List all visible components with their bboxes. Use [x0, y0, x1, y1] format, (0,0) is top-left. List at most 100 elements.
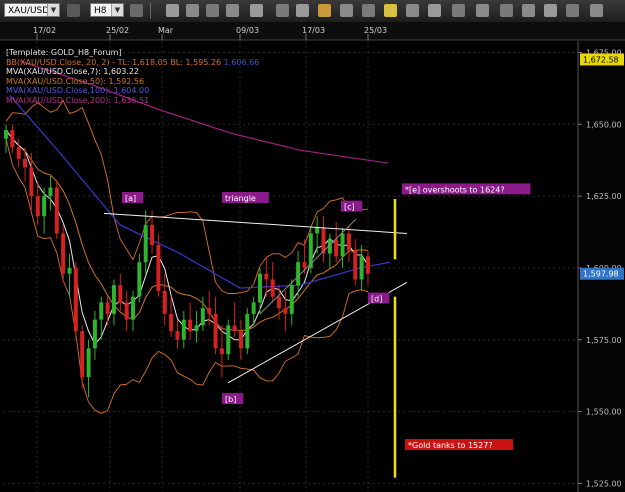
more-icon[interactable]: [590, 4, 603, 17]
bullish-candle: [137, 262, 142, 297]
bearish-candle: [169, 313, 174, 332]
bollinger-upper-band: [5, 99, 369, 294]
bullish-candle: [86, 348, 91, 378]
symbol-select[interactable]: XAU/USD ▼: [4, 3, 60, 17]
crosshair-icon[interactable]: [250, 4, 263, 17]
bullish-candle: [181, 319, 186, 340]
chart-icon[interactable]: [206, 4, 219, 17]
bearish-candle: [23, 158, 28, 168]
bearish-candle: [207, 308, 212, 314]
bullish-candle: [131, 296, 135, 320]
bearish-candle: [219, 348, 224, 355]
bearish-candle: [213, 313, 218, 349]
bullish-candle: [67, 267, 72, 274]
hand-icon[interactable]: [276, 4, 289, 17]
wave-a-label: [a]: [125, 194, 136, 203]
triangle-upper-trendline[interactable]: [103, 212, 408, 234]
bullish-candle: [99, 302, 104, 320]
bearish-candle: [29, 167, 34, 197]
settings-icon[interactable]: [186, 4, 199, 17]
triangle-label: triangle: [225, 194, 256, 203]
bearish-candle: [73, 267, 78, 332]
bearish-candle: [54, 187, 59, 234]
bearish-candle: [283, 308, 288, 314]
x-tick-label: 17/02: [33, 26, 56, 35]
y-tick-label: 1,550.00: [586, 408, 622, 417]
bearish-candle: [150, 224, 155, 245]
bullish-candle: [42, 196, 47, 217]
bullish-candle: [200, 308, 205, 326]
gold-tanks-note: *Gold tanks to 1527?: [408, 441, 493, 450]
bearish-candle: [232, 325, 237, 332]
bollinger-lower-band: [5, 138, 369, 414]
refresh-icon[interactable]: [130, 4, 143, 17]
chevron-down-icon[interactable]: ▼: [111, 4, 123, 16]
measure-icon[interactable]: [522, 4, 535, 17]
channel-icon[interactable]: [362, 4, 375, 17]
bearish-candle: [124, 302, 129, 320]
y-tick-label: 1,650.00: [586, 120, 622, 129]
bearish-candle: [334, 239, 339, 257]
chart-toolbar: XAU/USD ▼ H8 ▼: [0, 0, 625, 23]
channel-trendline[interactable]: [259, 218, 357, 315]
zoom-icon[interactable]: [406, 4, 419, 17]
bearish-candle: [238, 331, 243, 349]
timeframe-value: H8: [94, 6, 107, 16]
pencil-icon[interactable]: [384, 4, 397, 17]
wave-c-label: [c]: [344, 203, 355, 212]
y-tick-label: 1,625.00: [586, 192, 622, 201]
symbol-value: XAU/USD: [8, 6, 50, 16]
bearish-candle: [175, 331, 180, 340]
y-tick-label: 1,575.00: [586, 336, 622, 345]
tools-icon[interactable]: [428, 4, 441, 17]
high-price-label-text: 1,672.58: [583, 55, 619, 64]
bullish-candle: [251, 302, 256, 314]
fibonacci-icon[interactable]: [476, 4, 489, 17]
indicator-legend: [Template: GOLD_H8_Forum] BB(XAU/USD.Clo…: [6, 48, 259, 106]
channel-tool-icon[interactable]: [566, 4, 579, 17]
bullish-candle: [111, 285, 116, 314]
bullish-candle: [245, 313, 250, 349]
shapes-icon[interactable]: [500, 4, 513, 17]
bullish-candle: [258, 273, 262, 303]
pointer-icon[interactable]: [296, 4, 309, 17]
symbol-options-icon[interactable]: [67, 4, 80, 17]
bullish-candle: [48, 187, 53, 197]
x-tick-label: 09/03: [236, 26, 259, 35]
bearish-candle: [80, 331, 85, 378]
bullish-candle: [359, 256, 364, 280]
bearish-candle: [270, 279, 275, 297]
bars-icon[interactable]: [166, 4, 179, 17]
bearish-candle: [277, 296, 282, 309]
wave-b-label: [b]: [225, 395, 236, 404]
ray-icon[interactable]: [452, 4, 465, 17]
wave-d-label: [d]: [371, 295, 382, 304]
bearish-candle: [302, 262, 307, 268]
annotation-icon[interactable]: [544, 4, 557, 17]
grid-icon[interactable]: [226, 4, 239, 17]
bullish-candle: [194, 325, 199, 332]
bearish-candle: [35, 196, 40, 217]
mva100-legend: MVA(XAU/USD.Close,100): 1,604.00: [6, 86, 150, 96]
chevron-down-icon[interactable]: ▼: [47, 4, 59, 16]
mva50-line: [5, 129, 368, 332]
bearish-candle: [365, 256, 370, 274]
text-icon[interactable]: [340, 4, 353, 17]
toolbar-divider: [150, 3, 151, 19]
bearish-candle: [346, 233, 351, 251]
bullish-candle: [340, 233, 345, 257]
bearish-candle: [16, 147, 21, 159]
bullish-candle: [289, 285, 294, 314]
mva7-legend: MVA(XAU/USD.Close,7): 1,603.22: [6, 67, 140, 77]
bullish-candle: [296, 262, 301, 286]
bearish-candle: [353, 250, 358, 280]
x-tick-label: 17/03: [302, 26, 325, 35]
bearish-candle: [264, 273, 269, 280]
bullish-candle: [92, 319, 97, 349]
x-tick-label: 25/03: [364, 26, 387, 35]
overshoot-note: *[e] overshoots to 1624?: [405, 185, 505, 194]
timeframe-select[interactable]: H8 ▼: [90, 3, 124, 17]
line-icon[interactable]: [318, 4, 331, 17]
mva7-line: [5, 129, 369, 345]
bearish-candle: [118, 285, 123, 303]
